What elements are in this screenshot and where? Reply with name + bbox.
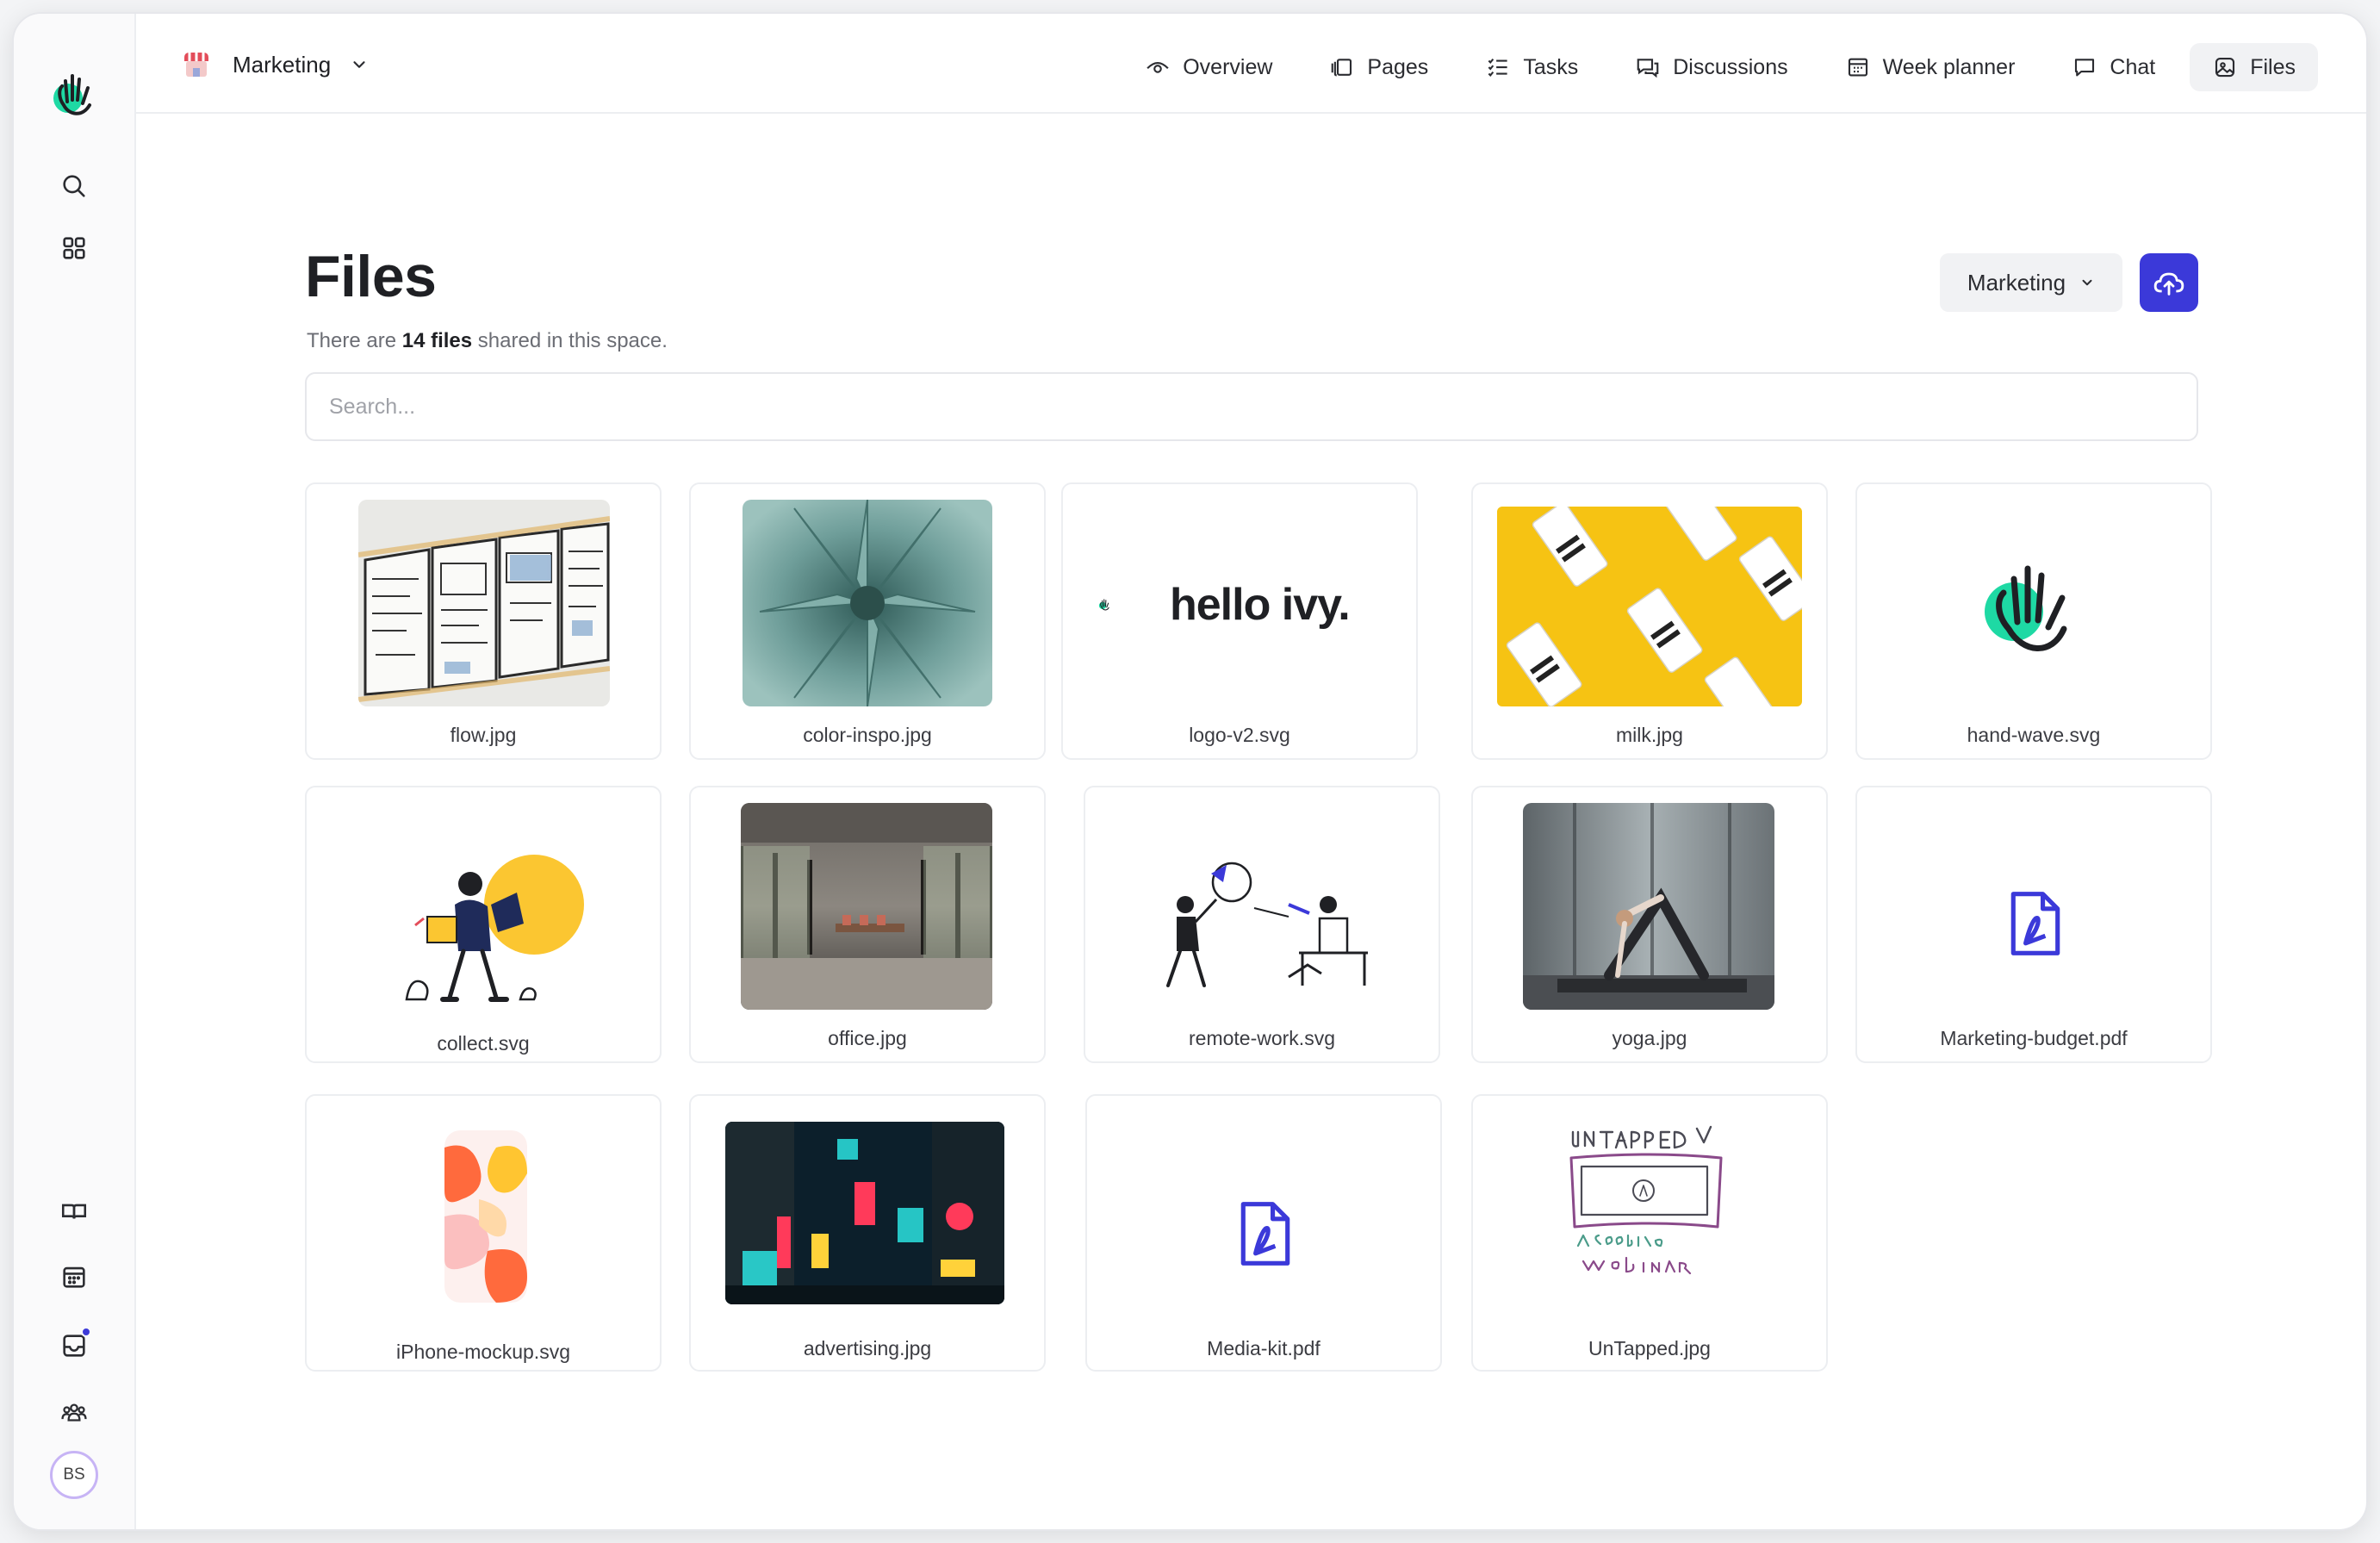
- file-name: office.jpg: [828, 1027, 907, 1049]
- file-card[interactable]: UnTapped.jpg: [1471, 1094, 1828, 1372]
- pdf-icon: [2005, 889, 2066, 958]
- file-card[interactable]: hello ivy. logo-v2.svg: [1061, 482, 1418, 760]
- tab-label: Overview: [1183, 54, 1273, 79]
- space-switcher[interactable]: Marketing: [179, 45, 369, 84]
- file-card[interactable]: iPhone-mockup.svg: [305, 1094, 662, 1372]
- sidebar: BS: [14, 14, 136, 1529]
- file-name: collect.svg: [437, 1032, 530, 1055]
- space-nav: Overview Pages Tasks Discussions Week pl…: [1122, 43, 2318, 91]
- tab-pages[interactable]: Pages: [1307, 43, 1451, 91]
- tab-week-planner[interactable]: Week planner: [1823, 43, 2038, 91]
- pdf-icon: [1235, 1199, 1296, 1268]
- upload-button[interactable]: [2140, 253, 2198, 312]
- chevron-down-icon: [353, 61, 365, 68]
- file-thumbnail: [1497, 507, 1802, 706]
- file-card[interactable]: hand-wave.svg: [1855, 482, 2212, 760]
- tab-discussions[interactable]: Discussions: [1613, 43, 1810, 91]
- file-card[interactable]: Marketing-budget.pdf: [1855, 786, 2212, 1063]
- inbox-icon[interactable]: [53, 1325, 95, 1366]
- page-subtitle: There are 14 files shared in this space.: [307, 329, 668, 353]
- cloud-upload-icon: [2153, 272, 2184, 296]
- chat-icon: [2075, 59, 2095, 77]
- file-card[interactable]: office.jpg: [689, 786, 1046, 1063]
- tab-label: Week planner: [1882, 54, 2016, 79]
- avatar[interactable]: BS: [50, 1451, 98, 1499]
- space-filter-dropdown[interactable]: Marketing: [1940, 253, 2122, 312]
- file-name: flow.jpg: [450, 724, 517, 746]
- space-filter-label: Marketing: [1967, 269, 2066, 296]
- file-name: logo-v2.svg: [1189, 724, 1290, 746]
- file-thumbnail: [741, 803, 992, 1010]
- file-name: yoga.jpg: [1612, 1027, 1687, 1049]
- tab-label: Discussions: [1673, 54, 1788, 79]
- calendar-icon: [1848, 58, 1867, 77]
- file-card[interactable]: remote-work.svg: [1084, 786, 1440, 1063]
- subtitle-text: There are: [307, 329, 402, 352]
- file-thumbnail: [381, 822, 587, 1011]
- tab-overview[interactable]: Overview: [1122, 43, 1295, 91]
- store-icon: [184, 53, 208, 77]
- top-bar: Marketing Overview Pages Tasks Discussio…: [136, 14, 2366, 114]
- tab-files[interactable]: Files: [2190, 43, 2318, 91]
- grid-icon[interactable]: [53, 227, 95, 269]
- app-logo-icon[interactable]: [41, 60, 110, 129]
- file-thumbnail: [743, 500, 992, 706]
- tab-chat[interactable]: Chat: [2049, 43, 2178, 91]
- tab-label: Chat: [2110, 54, 2156, 79]
- file-name: hand-wave.svg: [1967, 724, 2101, 746]
- team-icon[interactable]: [53, 1392, 95, 1434]
- tab-label: Tasks: [1523, 54, 1579, 79]
- chevron-down-icon: [2082, 279, 2092, 286]
- calendar-icon[interactable]: [53, 1256, 95, 1297]
- tab-tasks[interactable]: Tasks: [1463, 43, 1600, 91]
- file-name: advertising.jpg: [803, 1337, 932, 1359]
- file-card[interactable]: flow.jpg: [305, 482, 662, 760]
- image-icon: [2215, 57, 2235, 78]
- file-name: milk.jpg: [1616, 724, 1683, 746]
- file-thumbnail: [444, 1130, 527, 1303]
- tasks-icon: [1488, 58, 1507, 77]
- page-title: Files: [305, 244, 437, 309]
- file-name: Media-kit.pdf: [1207, 1337, 1320, 1359]
- tab-label: Files: [2250, 54, 2296, 79]
- app-window: BS Marketing Overview Pages Tasks Discus…: [12, 12, 2368, 1531]
- search-input[interactable]: [305, 372, 2198, 441]
- eye-icon: [1147, 61, 1169, 73]
- file-name: remote-work.svg: [1189, 1027, 1335, 1049]
- tab-label: Pages: [1367, 54, 1429, 79]
- file-thumbnail: [725, 1122, 1004, 1304]
- pages-icon: [1332, 59, 1352, 77]
- file-thumbnail: [1566, 1117, 1738, 1292]
- space-name: Marketing: [233, 51, 332, 78]
- file-card[interactable]: Media-kit.pdf: [1085, 1094, 1442, 1372]
- file-card[interactable]: advertising.jpg: [689, 1094, 1046, 1372]
- file-count: 14 files: [401, 329, 473, 352]
- file-thumbnail: [358, 500, 610, 706]
- hello-ivy-logo: hello ivy.: [1097, 570, 1390, 639]
- file-thumbnail: [1151, 856, 1376, 998]
- file-card[interactable]: yoga.jpg: [1471, 786, 1828, 1063]
- file-card[interactable]: collect.svg: [305, 786, 662, 1063]
- file-name: Marketing-budget.pdf: [1940, 1027, 2128, 1049]
- notification-dot: [81, 1327, 91, 1337]
- file-name: UnTapped.jpg: [1588, 1337, 1711, 1359]
- file-name: color-inspo.jpg: [803, 724, 932, 746]
- hand-wave-icon: [1098, 599, 1109, 611]
- book-icon[interactable]: [53, 1191, 95, 1232]
- discussions-icon: [1637, 59, 1659, 78]
- subtitle-text: shared in this space.: [472, 329, 668, 352]
- logo-text: hello ivy.: [1170, 580, 1351, 630]
- file-card[interactable]: milk.jpg: [1471, 482, 1828, 760]
- search-icon[interactable]: [53, 165, 95, 207]
- hand-wave-icon: [1978, 550, 2090, 670]
- file-thumbnail: [1523, 803, 1774, 1010]
- file-card[interactable]: color-inspo.jpg: [689, 482, 1046, 760]
- file-name: iPhone-mockup.svg: [396, 1341, 570, 1363]
